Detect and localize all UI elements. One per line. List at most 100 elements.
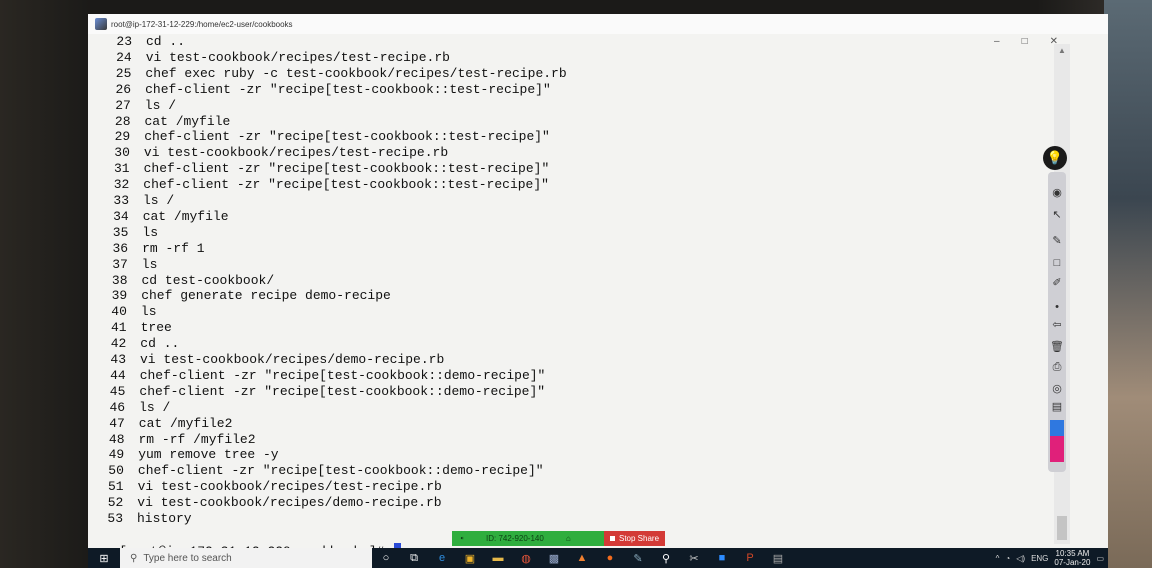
history-command: history: [137, 511, 192, 526]
stop-share-button[interactable]: Stop Share: [604, 531, 666, 546]
history-line: 37 ls: [98, 256, 157, 272]
history-number: 37: [112, 256, 128, 272]
search-placeholder: Type here to search: [143, 552, 232, 564]
history-command: chef-client -zr "recipe[test-cookbook::d…: [139, 367, 546, 383]
history-command: vi test-cookbook/recipes/test-recipe.rb: [143, 145, 449, 161]
eraser-icon[interactable]: ⇦: [1050, 318, 1064, 332]
network-icon[interactable]: ◔: [1005, 554, 1010, 563]
history-command: cd test-cookbook/: [141, 272, 275, 288]
dot-icon[interactable]: •: [1050, 300, 1064, 314]
putty-taskbar-icon[interactable]: ▤: [764, 548, 792, 568]
history-number: 51: [107, 479, 124, 495]
volume-icon[interactable]: ◁): [1016, 554, 1025, 563]
stop-icon: [610, 536, 615, 541]
trash-icon[interactable]: 🗑: [1050, 340, 1064, 354]
maps-icon[interactable]: ⚲: [652, 548, 680, 568]
history-line: 32 chef-client -zr "recipe[test-cookbook:…: [99, 177, 549, 192]
rectangle-icon[interactable]: □: [1050, 256, 1064, 270]
history-number: 24: [116, 49, 132, 65]
pin-icon[interactable]: ⁌: [460, 534, 464, 543]
history-line: 39 chef generate recipe demo-recipe: [97, 288, 391, 303]
file-explorer-icon[interactable]: ▬: [484, 548, 512, 568]
windows-start-icon[interactable]: ⊞: [88, 548, 120, 568]
camera-icon[interactable]: ◎: [1050, 382, 1064, 396]
history-command: cat /myfile: [142, 208, 229, 224]
history-number: 32: [113, 177, 130, 193]
history-command: vi test-cookbook/recipes/test-recipe.rb: [145, 49, 450, 65]
lock-icon[interactable]: ⌂: [566, 534, 571, 543]
putty-icon: [95, 18, 107, 30]
history-number: 47: [109, 415, 125, 431]
clock-date: 07-Jan-20: [1054, 558, 1091, 567]
history-command: cat /myfile2: [138, 415, 233, 431]
color-swatch-blue[interactable]: [1050, 420, 1064, 436]
history-number: 34: [113, 208, 129, 224]
tray-overflow-icon[interactable]: ^: [996, 554, 1000, 563]
history-line: 49 yum remove tree -y: [94, 447, 279, 463]
save-icon[interactable]: ▤: [1050, 400, 1064, 414]
window-title: root@ip-172-31-12-229:/home/ec2-user/coo…: [111, 19, 293, 29]
history-command: ls /: [139, 399, 171, 415]
zoom-icon[interactable]: ■: [708, 548, 736, 568]
history-line: 26 chef-client -zr "recipe[test-cookbook:…: [101, 81, 551, 97]
history-line: 30 vi test-cookbook/recipes/test-recipe.r…: [100, 145, 448, 160]
pointer-icon[interactable]: ↖: [1050, 208, 1064, 222]
history-line: 50 chef-client -zr "recipe[test-cookbook:…: [94, 463, 543, 478]
language-icon[interactable]: ENG: [1031, 554, 1048, 563]
history-number: 52: [107, 495, 124, 511]
highlighter-icon[interactable]: ✎: [1050, 234, 1064, 248]
history-line: 35 ls: [98, 225, 158, 240]
history-command: cd ..: [140, 336, 180, 352]
powerpoint-icon[interactable]: P: [736, 548, 764, 568]
history-line: 40 ls: [97, 304, 157, 320]
terminal-output[interactable]: 23 cd .. 24 vi test-cookbook/recipes/test-r…: [88, 34, 1054, 544]
history-line: 43 vi test-cookbook/recipes/demo-recipe.r…: [96, 352, 444, 367]
eye-icon[interactable]: ◉: [1050, 186, 1064, 200]
history-command: chef-client -zr "recipe[test-cookbook::t…: [144, 129, 550, 145]
notifications-icon[interactable]: ▭: [1096, 554, 1104, 563]
history-number: 30: [114, 145, 130, 161]
history-line: 52 vi test-cookbook/recipes/demo-recipe.r…: [93, 495, 442, 511]
history-command: vi test-cookbook/recipes/demo-recipe.rb: [140, 352, 445, 367]
history-command: rm -rf 1: [142, 240, 205, 256]
snip-icon[interactable]: ✂: [680, 548, 708, 568]
color-swatch-pink[interactable]: [1050, 436, 1064, 462]
task-view-icon[interactable]: ⧉: [400, 548, 428, 568]
history-line: 44 chef-client -zr "recipe[test-cookbook:…: [96, 367, 546, 383]
edge-icon[interactable]: e: [428, 548, 456, 568]
annotation-toolbar: ◉ ↖ ✎ □ ✐ • ⇦ 🗑 ⎙ ◎ ▤: [1048, 172, 1066, 472]
history-number: 26: [115, 81, 132, 97]
system-tray: ^ ◔ ◁) ENG 10:35 AM 07-Jan-20 ▭: [996, 548, 1104, 568]
app-icon[interactable]: ▩: [540, 548, 568, 568]
background-room: [1104, 0, 1152, 568]
history-command: rm -rf /myfile2: [138, 431, 256, 447]
taskbar-search[interactable]: ⚲ Type here to search: [120, 548, 372, 568]
scroll-up-icon[interactable]: ▲: [1058, 46, 1066, 55]
vlc-icon[interactable]: ▲: [568, 548, 596, 568]
cortana-icon[interactable]: ○: [372, 548, 400, 568]
scroll-thumb[interactable]: [1057, 516, 1067, 540]
chrome-icon[interactable]: ◍: [512, 548, 540, 568]
history-line: 38 cd test-cookbook/: [98, 272, 275, 288]
history-command: ls: [142, 224, 158, 240]
history-command: chef-client -zr "recipe[test-cookbook::t…: [145, 81, 551, 97]
history-line: 42 cd ..: [96, 336, 180, 352]
history-command: ls: [140, 304, 157, 320]
history-line: 25 chef exec ruby -c test-cookbook/recipe…: [101, 65, 567, 81]
print-icon[interactable]: ⎙: [1050, 360, 1064, 374]
window-titlebar[interactable]: root@ip-172-31-12-229:/home/ec2-user/coo…: [88, 14, 1108, 34]
store-icon[interactable]: ▣: [456, 548, 484, 568]
history-command: chef exec ruby -c test-cookbook/recipes/…: [145, 65, 567, 81]
paint-icon[interactable]: ✎: [624, 548, 652, 568]
lightbulb-icon[interactable]: 💡: [1043, 146, 1067, 170]
history-number: 46: [109, 399, 126, 415]
pen-icon[interactable]: ✐: [1050, 276, 1064, 290]
history-number: 49: [108, 447, 125, 463]
history-command: vi test-cookbook/recipes/demo-recipe.rb: [137, 495, 442, 511]
taskbar-clock[interactable]: 10:35 AM 07-Jan-20: [1054, 549, 1090, 567]
history-command: tree: [140, 320, 172, 336]
history-number: 41: [110, 320, 127, 336]
history-line: 24 vi test-cookbook/recipes/test-recipe.r…: [102, 50, 450, 65]
history-number: 31: [113, 161, 130, 177]
firefox-icon[interactable]: ●: [596, 548, 624, 568]
